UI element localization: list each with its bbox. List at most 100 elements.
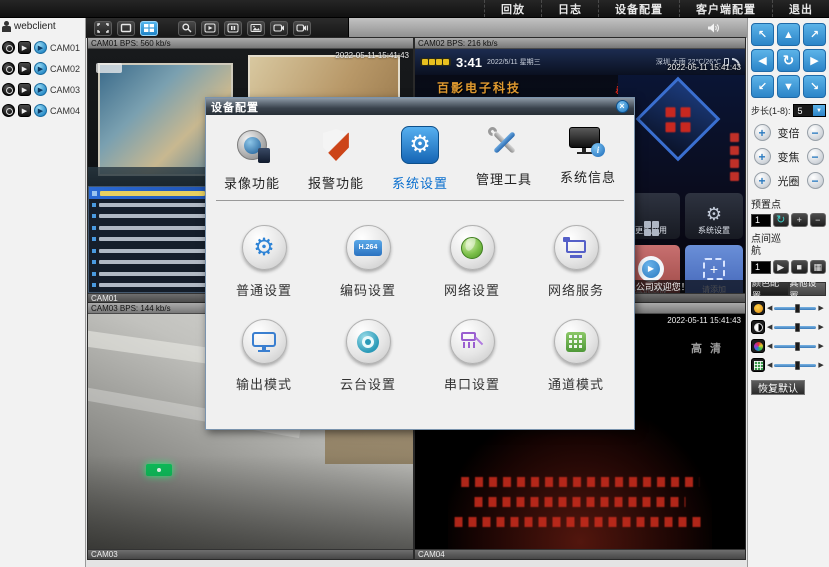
record-dot-icon[interactable]	[2, 104, 15, 117]
log-button[interactable]: 日志	[541, 0, 598, 17]
iris-close-button[interactable]: −	[807, 172, 824, 189]
preset-add-button[interactable]: +	[791, 213, 808, 227]
fullscreen-button[interactable]	[94, 21, 112, 36]
hue-slider[interactable]	[774, 364, 816, 367]
preset-goto-icon[interactable]: ↻	[773, 213, 790, 227]
slider-left-arrow[interactable]: ◀	[767, 343, 772, 350]
slider-right-arrow[interactable]: ▶	[818, 324, 823, 331]
channel-mode-icon[interactable]	[554, 319, 599, 364]
exit-button[interactable]: 退出	[772, 0, 829, 17]
ptz-auto-scan-button[interactable]: ↻	[777, 49, 800, 72]
slider-thumb[interactable]	[795, 342, 800, 351]
dialog-title-bar[interactable]: 设备配置 ×	[206, 98, 634, 115]
ptz-up-right-button[interactable]: ↗	[803, 23, 826, 46]
slider-left-arrow[interactable]: ◀	[767, 324, 772, 331]
play-icon[interactable]: ▶	[18, 104, 31, 117]
brightness-slider[interactable]	[774, 307, 816, 310]
pause-stream-button[interactable]	[224, 21, 242, 36]
tab-management-tools[interactable]: 管理工具	[462, 125, 546, 192]
slider-thumb[interactable]	[795, 323, 800, 332]
quad-view-button[interactable]	[140, 21, 158, 36]
playback-button[interactable]: 回放	[484, 0, 541, 17]
record-single-button[interactable]	[293, 21, 311, 36]
cruise-input[interactable]: 1	[751, 261, 771, 274]
preset-delete-button[interactable]: −	[810, 213, 827, 227]
output-monitor-icon[interactable]	[242, 319, 287, 364]
live-stream-icon[interactable]: ▶	[34, 83, 47, 96]
live-stream-icon[interactable]: ▶	[34, 62, 47, 75]
ptz-left-button[interactable]: ◀	[751, 49, 774, 72]
focus-in-button[interactable]: +	[754, 148, 771, 165]
general-settings-item[interactable]: ⚙ 普通设置	[212, 215, 316, 309]
iris-open-button[interactable]: +	[754, 172, 771, 189]
slider-thumb[interactable]	[795, 361, 800, 370]
saturation-slider[interactable]	[774, 345, 816, 348]
cruise-start-button[interactable]: ▶	[773, 260, 790, 274]
channel-mode-item[interactable]: 通道模式	[524, 309, 628, 403]
general-settings-icon[interactable]: ⚙	[242, 225, 287, 270]
slider-left-arrow[interactable]: ◀	[767, 362, 772, 369]
slider-right-arrow[interactable]: ▶	[818, 362, 823, 369]
camera-label[interactable]: CAM02	[50, 64, 80, 74]
camera-row-cam04[interactable]: ▶ ▶ CAM04	[0, 100, 85, 121]
live-stream-icon[interactable]: ▶	[34, 41, 47, 54]
zoom-out-button[interactable]: −	[807, 124, 824, 141]
record-dot-icon[interactable]	[2, 62, 15, 75]
webclient-root[interactable]: webclient	[0, 18, 85, 37]
tab-alarm-function[interactable]: 报警功能	[294, 125, 378, 192]
ptz-down-left-button[interactable]: ↙	[751, 75, 774, 98]
slider-left-arrow[interactable]: ◀	[767, 305, 772, 312]
tab-system-info[interactable]: i 系统信息	[546, 125, 630, 192]
network-service-icon[interactable]	[554, 225, 599, 270]
slider-thumb[interactable]	[795, 304, 800, 313]
camera-label[interactable]: CAM04	[50, 106, 80, 116]
ptz-up-left-button[interactable]: ↖	[751, 23, 774, 46]
contrast-slider[interactable]	[774, 326, 816, 329]
play-icon[interactable]: ▶	[18, 41, 31, 54]
network-settings-item[interactable]: 网络设置	[420, 215, 524, 309]
cruise-setup-button[interactable]: ▦	[810, 260, 827, 274]
ptz-settings-icon[interactable]	[346, 319, 391, 364]
ptz-down-button[interactable]: ▼	[777, 75, 800, 98]
serial-settings-item[interactable]: 串口设置	[420, 309, 524, 403]
live-stream-icon[interactable]: ▶	[34, 104, 47, 117]
play-icon[interactable]: ▶	[18, 83, 31, 96]
network-service-item[interactable]: 网络服务	[524, 215, 628, 309]
record-dot-icon[interactable]	[2, 83, 15, 96]
ptz-up-button[interactable]: ▲	[777, 23, 800, 46]
serial-port-icon[interactable]	[450, 319, 495, 364]
ptz-down-right-button[interactable]: ↘	[803, 75, 826, 98]
preset-input[interactable]: 1	[751, 214, 771, 227]
output-mode-item[interactable]: 输出模式	[212, 309, 316, 403]
tab-record-function[interactable]: 录像功能	[210, 125, 294, 192]
record-button[interactable]	[270, 21, 288, 36]
encode-h264-icon[interactable]: H.264	[346, 225, 391, 270]
record-dot-icon[interactable]	[2, 41, 15, 54]
close-icon[interactable]: ×	[616, 100, 629, 113]
tab-system-settings[interactable]: ⚙ 系统设置	[378, 125, 462, 192]
tab-other-config[interactable]: 其他设置	[789, 282, 827, 296]
ptz-right-button[interactable]: ▶	[803, 49, 826, 72]
restore-defaults-button[interactable]: 恢复默认	[751, 380, 805, 395]
network-globe-icon[interactable]	[450, 225, 495, 270]
device-config-button[interactable]: 设备配置	[598, 0, 679, 17]
slider-right-arrow[interactable]: ▶	[818, 305, 823, 312]
camera-row-cam01[interactable]: ▶ ▶ CAM01	[0, 37, 85, 58]
camera-label[interactable]: CAM03	[50, 85, 80, 95]
play-stream-button[interactable]	[201, 21, 219, 36]
play-icon[interactable]: ▶	[18, 62, 31, 75]
zoom-in-button[interactable]: +	[754, 124, 771, 141]
focus-out-button[interactable]: −	[807, 148, 824, 165]
step-select[interactable]: 5 ▼	[793, 104, 826, 117]
camera-row-cam03[interactable]: ▶ ▶ CAM03	[0, 79, 85, 100]
tab-color-config[interactable]: 颜色配置	[751, 282, 789, 296]
camera-label[interactable]: CAM01	[50, 43, 80, 53]
digital-zoom-button[interactable]	[178, 21, 196, 36]
single-view-button[interactable]	[117, 21, 135, 36]
snapshot-button[interactable]	[247, 21, 265, 36]
ptz-settings-item[interactable]: 云台设置	[316, 309, 420, 403]
client-config-button[interactable]: 客户端配置	[679, 0, 772, 17]
camera-row-cam02[interactable]: ▶ ▶ CAM02	[0, 58, 85, 79]
encode-settings-item[interactable]: H.264 编码设置	[316, 215, 420, 309]
cruise-stop-button[interactable]: ■	[791, 260, 808, 274]
